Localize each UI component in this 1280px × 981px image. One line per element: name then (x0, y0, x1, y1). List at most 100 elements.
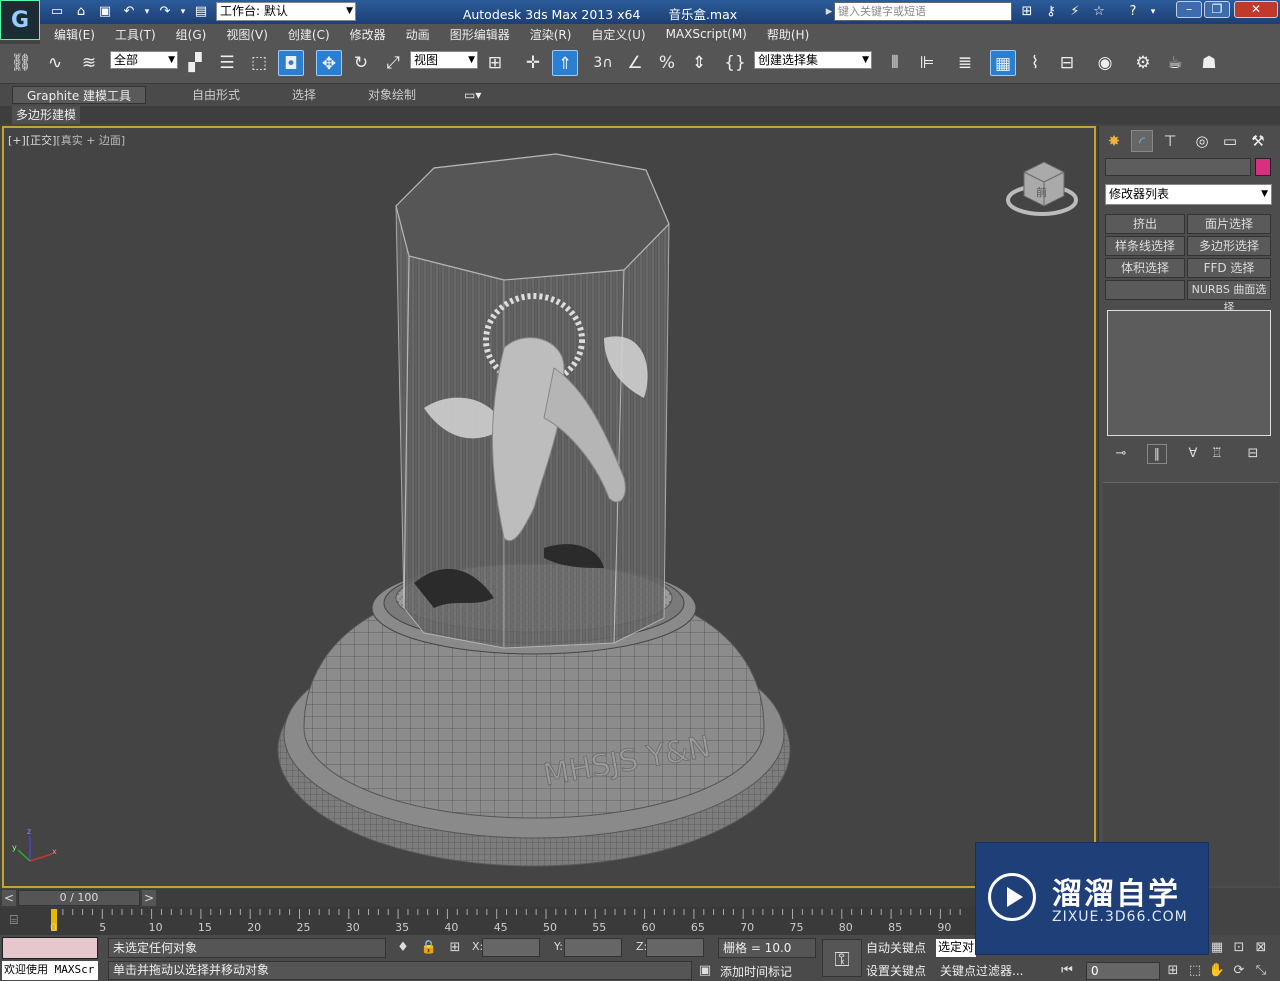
viewport-menu-plus[interactable]: [+] (8, 134, 26, 147)
close-button[interactable]: ✕ (1234, 1, 1278, 18)
patch-select-button[interactable]: 面片选择 (1187, 214, 1271, 234)
time-config-icon[interactable]: ⊞ (1164, 962, 1182, 980)
maxscript-listener-mini[interactable] (2, 937, 98, 959)
undo-icon[interactable]: ↶ (120, 3, 138, 21)
select-object-icon[interactable]: ▞ (182, 50, 208, 76)
add-time-tag-button[interactable]: 添加时间标记 (720, 963, 792, 980)
menu-modifiers[interactable]: 修改器 (350, 26, 386, 43)
set-key-icon[interactable]: ⚿ (822, 939, 862, 977)
menu-customize[interactable]: 自定义(U) (591, 26, 645, 43)
motion-tab-icon[interactable]: ◎ (1191, 130, 1213, 152)
bind-space-warp-icon[interactable]: ≋ (76, 50, 102, 76)
zoom-extents-all-icon[interactable]: ⊠ (1252, 939, 1270, 957)
object-name-field[interactable] (1105, 158, 1251, 176)
menu-create[interactable]: 创建(C) (288, 26, 330, 43)
link-icon[interactable]: ⛓ (8, 50, 34, 76)
make-unique-icon[interactable]: ∀ (1183, 444, 1203, 464)
select-move-icon[interactable]: ✥ (316, 50, 342, 76)
new-file-icon[interactable]: ▭ (48, 3, 66, 21)
subscription-key-icon[interactable]: ⚷ (1042, 3, 1060, 21)
percent-snap-icon[interactable]: % (654, 50, 680, 76)
communication-icon[interactable]: ⚡ (1066, 3, 1084, 21)
window-crossing-icon[interactable]: ◘ (278, 50, 304, 76)
workspace-select[interactable]: 工作台: 默认 ▼ (216, 2, 356, 21)
save-icon[interactable]: ▣ (96, 3, 114, 21)
help-dropdown-icon[interactable]: ▾ (1144, 3, 1162, 21)
ffd-select-button[interactable]: FFD 选择 (1187, 258, 1271, 278)
select-rotate-icon[interactable]: ↻ (348, 50, 374, 76)
previous-frame-icon[interactable]: < (2, 890, 16, 906)
project-folder-icon[interactable]: ▤ (192, 3, 210, 21)
graphite-toggle-icon[interactable]: ▦ (990, 50, 1016, 76)
modifier-list-select[interactable]: 修改器列表 ▼ (1105, 184, 1272, 205)
layer-manager-icon[interactable]: ≣ (952, 50, 978, 76)
orbit-icon[interactable]: ⟳ (1230, 962, 1248, 980)
time-tag-icon[interactable]: ▣ (696, 962, 714, 980)
modify-tab-icon[interactable]: ◜ (1131, 130, 1153, 152)
zoom-all-icon[interactable]: ▦ (1208, 939, 1226, 957)
viewcube[interactable]: 前 (1006, 161, 1078, 216)
viewport-view-name[interactable]: [正交] (26, 134, 57, 147)
schematic-view-icon[interactable]: ⊟ (1054, 50, 1080, 76)
select-scale-icon[interactable]: ⤢ (380, 50, 406, 76)
material-editor-icon[interactable]: ◉ (1092, 50, 1118, 76)
redo-icon[interactable]: ↷ (156, 3, 174, 21)
go-to-start-icon[interactable]: ⏮ (1058, 962, 1076, 980)
tab-freeform[interactable]: 自由形式 (192, 86, 240, 104)
app-menu-button[interactable]: G (0, 0, 40, 40)
minimize-button[interactable]: – (1176, 1, 1202, 18)
create-tab-icon[interactable]: ✸ (1103, 130, 1125, 152)
perspective-viewport[interactable]: MHSJS Y&N 前 z x y [+][正交][真实 + 边面] (2, 126, 1096, 888)
angle-snap-icon[interactable]: ∠ (622, 50, 648, 76)
track-bar[interactable]: ⌸ 0 5 10 15 20 25 30 35 40 45 50 55 60 65 70 75 80 85 90 (0, 907, 1096, 935)
set-key-button[interactable]: 设置关键点 (866, 962, 932, 980)
edit-named-selection-icon[interactable]: {} (722, 50, 748, 76)
lock-selection-icon[interactable]: 🔒 (420, 939, 438, 957)
named-selection-select[interactable]: 创建选择集 ▼ (754, 51, 872, 69)
viewport-shading-mode[interactable]: [真实 + 边面] (56, 134, 125, 147)
extrude-button[interactable]: 挤出 (1105, 214, 1185, 234)
mini-curve-editor-icon[interactable]: ⌸ (10, 913, 30, 929)
time-slider-thumb[interactable]: 0 / 100 (18, 890, 140, 906)
favorites-star-icon[interactable]: ☆ (1090, 3, 1108, 21)
utilities-tab-icon[interactable]: ⚒ (1247, 130, 1269, 152)
tab-object-paint[interactable]: 对象绘制 (368, 86, 416, 104)
menu-views[interactable]: 视图(V) (226, 26, 268, 43)
selected-set-select[interactable]: 选定对象 (936, 939, 976, 957)
y-coord-field[interactable] (564, 938, 622, 957)
key-filters-button[interactable]: 关键点过滤器... (940, 962, 1023, 979)
binoculars-icon[interactable]: ⊞ (1018, 3, 1036, 21)
search-input[interactable]: 键入关键字或短语 (834, 2, 1012, 21)
pin-stack-icon[interactable]: ⊸ (1111, 444, 1131, 464)
menu-help[interactable]: 帮助(H) (767, 26, 809, 43)
select-by-name-icon[interactable]: ☰ (214, 50, 240, 76)
empty-modifier-button[interactable] (1105, 280, 1185, 300)
help-icon[interactable]: ? (1124, 3, 1142, 21)
isolate-selection-icon[interactable]: ♦ (394, 939, 412, 957)
nurbs-surface-select-button[interactable]: NURBS 曲面选择 (1187, 280, 1271, 314)
menu-rendering[interactable]: 渲染(R) (530, 26, 572, 43)
maxscript-listener-text[interactable]: 欢迎使用 MAXScr (2, 961, 98, 980)
auto-key-button[interactable]: 自动关键点 (866, 939, 932, 957)
x-coord-field[interactable] (482, 938, 540, 957)
tab-graphite-modeling[interactable]: Graphite 建模工具 (12, 86, 147, 104)
menu-edit[interactable]: 编辑(E) (54, 26, 95, 43)
render-production-icon[interactable]: ☗ (1196, 50, 1222, 76)
vol-select-button[interactable]: 体积选择 (1105, 258, 1185, 278)
select-manipulate-icon[interactable]: ✛ (520, 50, 546, 76)
menu-maxscript[interactable]: MAXScript(M) (666, 27, 747, 41)
polygon-modeling-panel[interactable]: 多边形建模 (12, 106, 81, 124)
align-icon[interactable]: ⊫ (914, 50, 940, 76)
redo-dropdown-icon[interactable]: ▾ (174, 3, 192, 21)
rendered-frame-icon[interactable]: ☕ (1162, 50, 1188, 76)
tab-selection[interactable]: 选择 (292, 86, 316, 104)
absolute-mode-icon[interactable]: ⊞ (446, 939, 464, 957)
spinner-snap-icon[interactable]: ⇕ (686, 50, 712, 76)
show-end-result-icon[interactable]: ∥ (1147, 444, 1167, 464)
modifier-stack[interactable] (1107, 310, 1271, 436)
menu-group[interactable]: 组(G) (176, 26, 207, 43)
spline-select-button[interactable]: 样条线选择 (1105, 236, 1185, 256)
undo-dropdown-icon[interactable]: ▾ (138, 3, 156, 21)
open-file-icon[interactable]: ⌂ (72, 3, 90, 21)
maximize-viewport-icon[interactable]: ⤡ (1252, 962, 1270, 980)
